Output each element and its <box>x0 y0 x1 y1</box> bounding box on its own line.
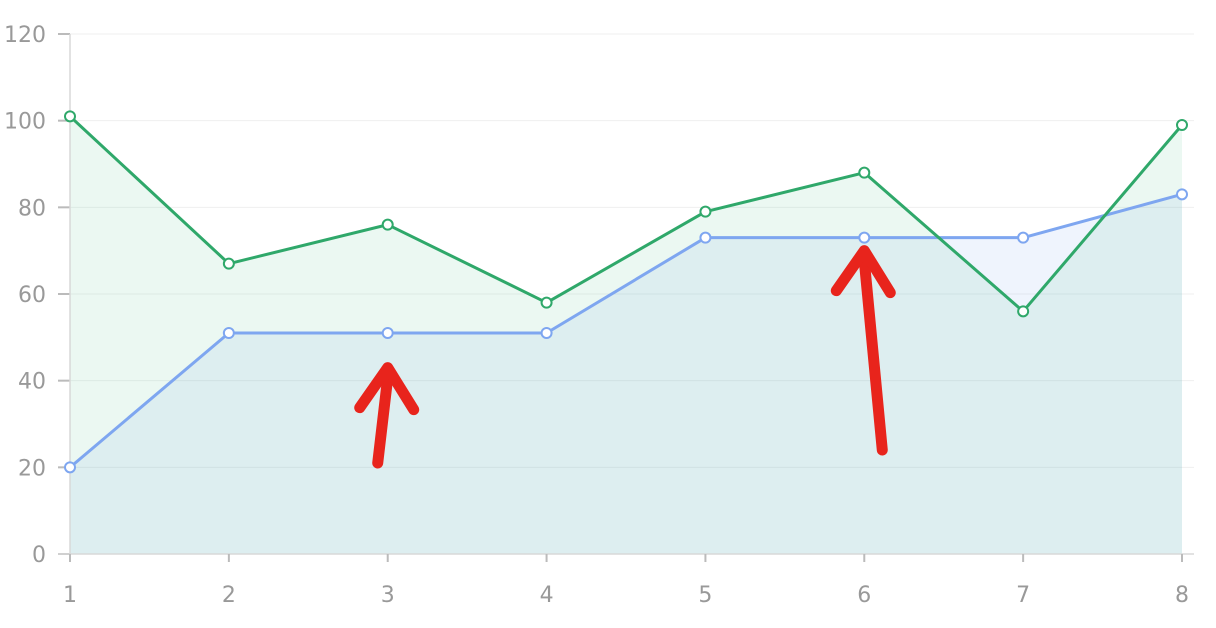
series-1-point <box>858 231 871 244</box>
series-2-point <box>64 110 76 123</box>
series-2-point <box>699 205 712 218</box>
y-tick-label: 0 <box>32 543 46 568</box>
series-2-point <box>381 218 394 231</box>
y-tick-label: 20 <box>18 456 46 481</box>
x-tick-label: 6 <box>857 583 871 608</box>
y-tick-label: 120 <box>4 23 46 48</box>
chart-canvas: 0 20 40 60 80 100 120 1 2 3 4 5 6 7 8 <box>4 23 1194 608</box>
y-tick-label: 80 <box>18 196 46 221</box>
y-tick-label: 40 <box>18 370 46 395</box>
series-1-point <box>222 327 235 339</box>
x-tick-label: 7 <box>1016 583 1030 608</box>
series-1-point <box>540 327 553 339</box>
line-area-chart: 0 20 40 60 80 100 120 1 2 3 4 5 6 7 8 <box>0 0 1216 628</box>
x-tick-label: 4 <box>540 583 554 608</box>
x-tick-label: 5 <box>698 583 712 608</box>
series-areas <box>70 116 1182 555</box>
series-2-point <box>858 166 871 179</box>
x-tick-label: 1 <box>63 583 77 608</box>
series-1-point <box>699 231 712 244</box>
y-tick-label: 100 <box>4 110 46 135</box>
series-2-point <box>540 296 553 309</box>
series-2-point <box>1017 305 1030 318</box>
series-2-area <box>70 116 1182 554</box>
x-tick-label: 3 <box>381 583 395 608</box>
series-2-point <box>222 257 235 270</box>
series-1-point <box>381 327 394 339</box>
series-1-point <box>64 461 76 474</box>
series-2-point <box>1176 119 1188 131</box>
x-tick-label: 8 <box>1175 583 1189 608</box>
series-1-point <box>1176 188 1188 201</box>
y-tick-label: 60 <box>18 283 46 308</box>
series-1-point <box>1017 231 1030 244</box>
x-tick-label: 2 <box>222 583 236 608</box>
